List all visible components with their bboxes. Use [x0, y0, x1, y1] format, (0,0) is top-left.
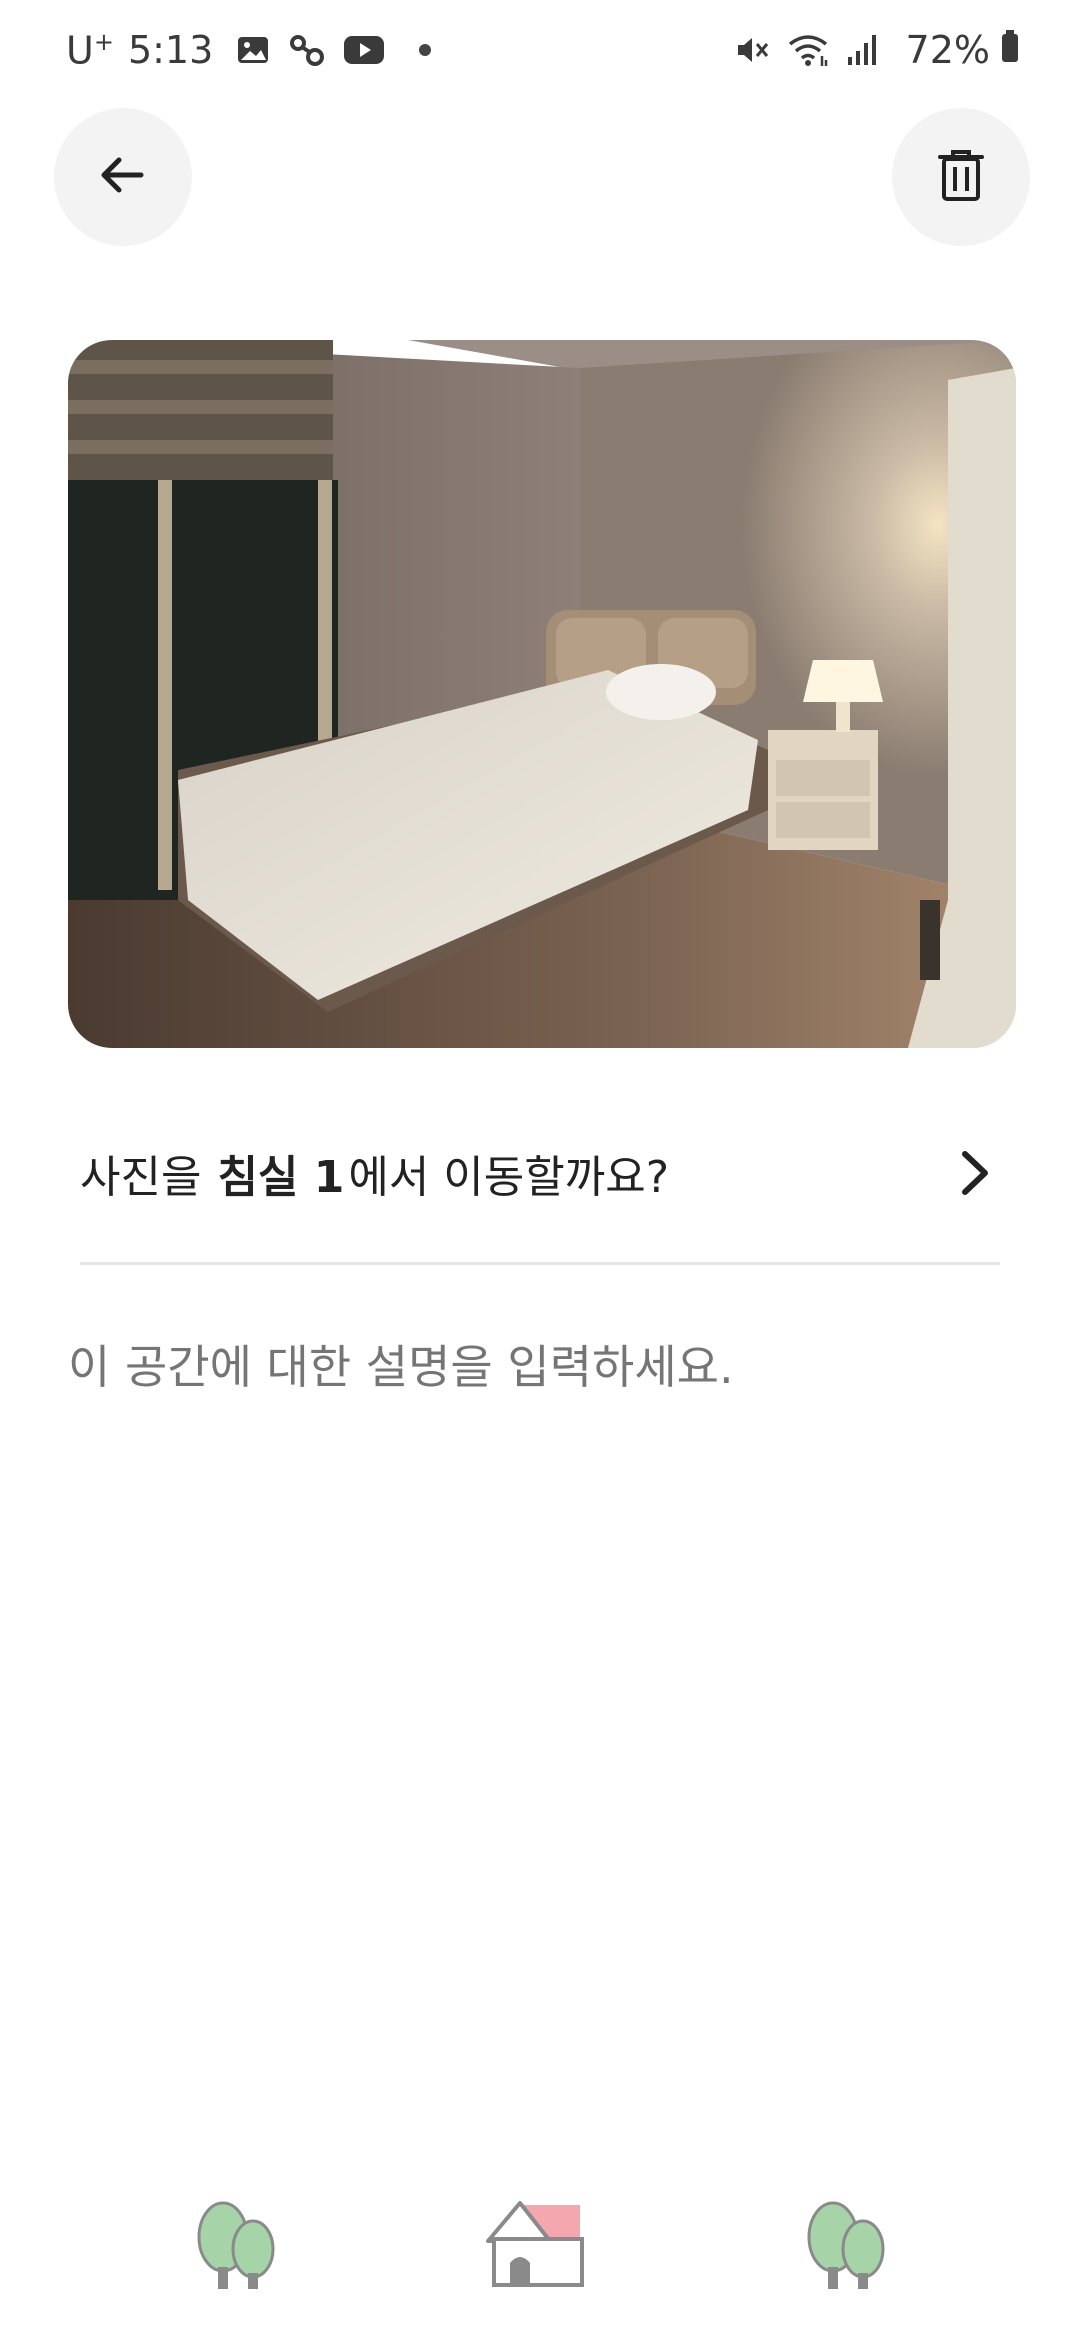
youtube-icon — [343, 34, 385, 66]
status-right: 72% — [734, 28, 1020, 72]
room-name: 침실 1 — [217, 1152, 345, 1203]
status-bar: U+ 5:13 72% — [0, 0, 1080, 100]
link-icon — [287, 32, 327, 68]
tree-icon — [795, 2193, 895, 2297]
signal-icon — [846, 33, 878, 67]
description-input[interactable] — [68, 1340, 1012, 1394]
nav-tree-left[interactable] — [180, 2190, 290, 2300]
move-prefix: 사진을 — [80, 1152, 202, 1203]
status-left: U+ 5:13 — [66, 27, 432, 73]
battery-percent: 72% — [905, 28, 990, 72]
bottom-nav — [0, 2190, 1080, 2340]
chevron-right-icon — [950, 1143, 1000, 1203]
mute-icon — [734, 32, 770, 68]
tree-icon — [185, 2193, 285, 2297]
back-button[interactable] — [54, 108, 192, 246]
status-time: 5:13 — [127, 28, 214, 72]
gallery-icon — [235, 32, 271, 68]
move-room-row[interactable]: 사진을 침실 1 에서 이동할까요? — [80, 1118, 1000, 1228]
house-icon — [480, 2193, 590, 2297]
nav-home[interactable] — [480, 2190, 590, 2300]
arrow-left-icon — [95, 147, 151, 207]
divider — [80, 1262, 1000, 1265]
carrier-label: U+ — [66, 27, 114, 73]
nav-tree-right[interactable] — [790, 2190, 900, 2300]
wifi-icon — [786, 32, 830, 68]
screen: U+ 5:13 72% 사진을 침실 1 에서 이동할까요? 이 공간에 대한 … — [0, 0, 1080, 2340]
trash-icon — [936, 147, 986, 207]
delete-button[interactable] — [892, 108, 1030, 246]
move-room-text: 사진을 침실 1 에서 이동할까요? — [80, 1141, 669, 1205]
battery-icon — [1000, 28, 1020, 72]
bedroom-photo[interactable] — [68, 340, 1016, 1048]
notification-dot — [419, 44, 432, 56]
move-suffix: 에서 이동할까요? — [348, 1152, 670, 1203]
